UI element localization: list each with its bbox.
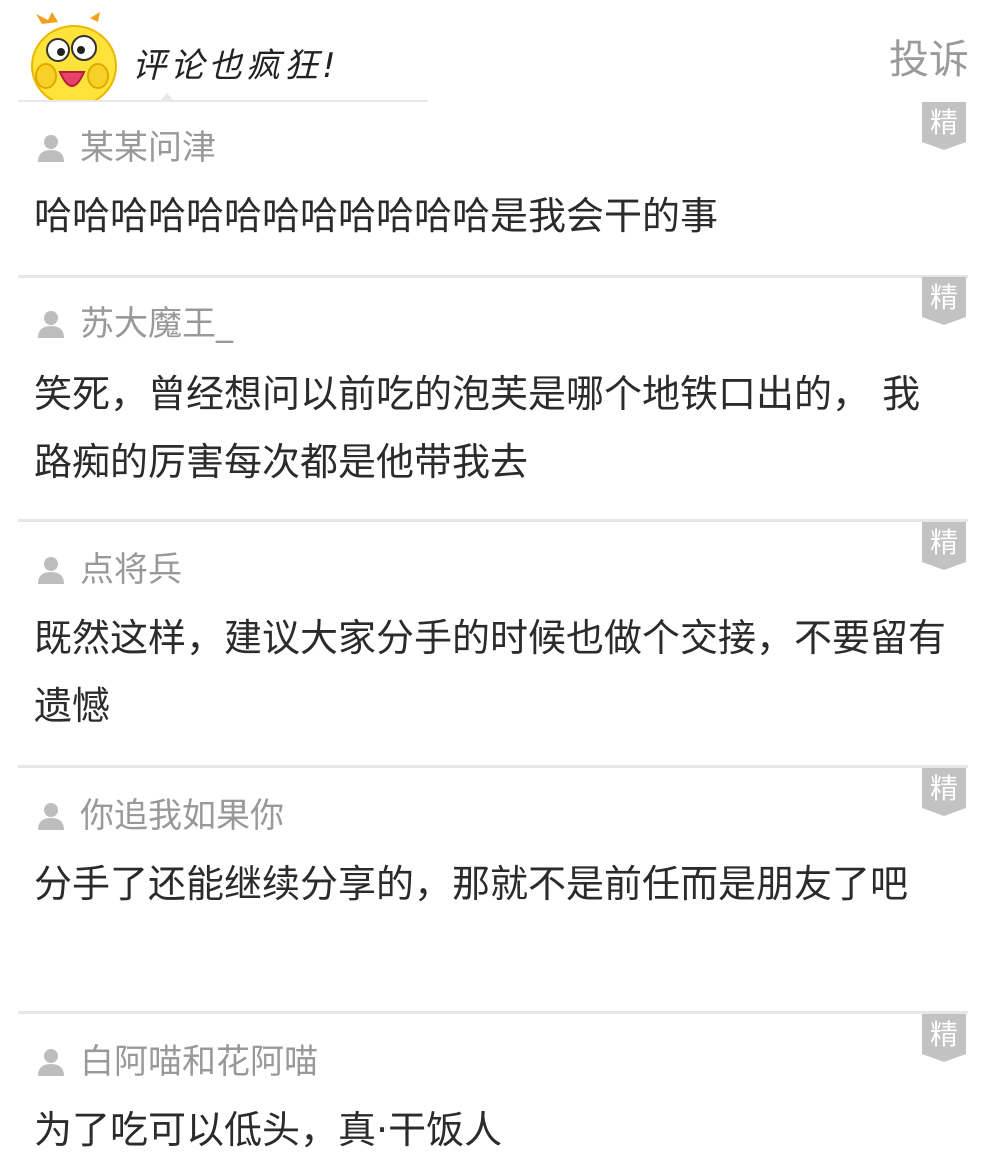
comment-author: 你追我如果你: [36, 794, 284, 838]
featured-badge: 精: [922, 102, 966, 150]
comment-text: 分手了还能继续分享的，那就不是前任而是朋友了吧: [34, 862, 909, 906]
comment-text: 为了吃可以低头，真·干饭人: [34, 1108, 503, 1152]
user-icon: [38, 311, 64, 338]
featured-badge: 精: [922, 522, 966, 570]
header-divider: [18, 100, 428, 102]
comment-text: 既然这样，建议大家分手的时候也做个交接，不要留有遗憾: [34, 616, 947, 728]
user-icon: [38, 1049, 64, 1076]
comment-divider: [18, 765, 968, 768]
featured-badge: 精: [922, 768, 966, 816]
comment-text: 笑死，曾经想问以前吃的泡芙是哪个地铁口出的， 我路痴的厉害每次都是他带我去: [34, 372, 921, 484]
featured-badge-label: 精: [929, 526, 958, 559]
user-icon: [38, 135, 64, 162]
featured-badge-label: 精: [929, 1018, 958, 1051]
report-button[interactable]: 投诉: [889, 36, 969, 84]
comment-author: 某某问津: [36, 126, 216, 170]
comment-author: 苏大魔王_: [36, 302, 233, 346]
featured-badge-label: 精: [929, 772, 958, 805]
comment-divider: [18, 275, 968, 278]
featured-badge: 精: [922, 1014, 966, 1062]
featured-badge-label: 精: [929, 281, 958, 314]
username[interactable]: 某某问津: [80, 126, 216, 170]
username[interactable]: 苏大魔王_: [80, 302, 233, 346]
featured-badge-label: 精: [929, 106, 958, 139]
header-title: 评论也疯狂!: [132, 46, 340, 86]
username[interactable]: 点将兵: [80, 548, 182, 592]
user-icon: [38, 803, 64, 830]
comment-author: 点将兵: [36, 548, 182, 592]
yellow-chick-mascot-icon: [31, 12, 117, 102]
username[interactable]: 你追我如果你: [80, 794, 284, 838]
featured-badge: 精: [922, 277, 966, 325]
username[interactable]: 白阿喵和花阿喵: [80, 1040, 318, 1084]
user-icon: [38, 557, 64, 584]
comment-text: 哈哈哈哈哈哈哈哈哈哈哈哈是我会干的事: [34, 194, 719, 238]
comments-header: 评论也疯狂! 投诉: [0, 0, 987, 102]
comment-author: 白阿喵和花阿喵: [36, 1040, 318, 1084]
comment-divider: [18, 1011, 968, 1014]
comment-divider: [18, 519, 968, 522]
